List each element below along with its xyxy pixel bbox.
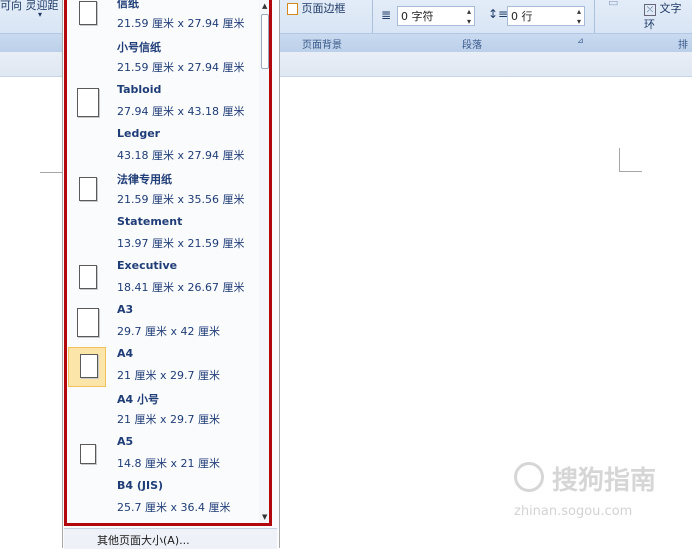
- group-label-page-background: 页面背景: [302, 40, 342, 51]
- margin-corner-mark: [619, 171, 642, 172]
- text-wrap-button[interactable]: ⤬ 文字环: [644, 0, 692, 32]
- ribbon-left-fragment[interactable]: 可向 灵迎距: [0, 0, 59, 13]
- margin-corner-mark: [619, 148, 620, 172]
- indent-icon: ≣: [381, 8, 392, 22]
- indent-value: 0 字符: [401, 10, 434, 23]
- sogou-logo-icon: [514, 462, 544, 492]
- group-label-arrange: 排: [678, 40, 688, 51]
- page-border-button[interactable]: 页面边框: [287, 0, 346, 16]
- position-icon[interactable]: ▭: [608, 0, 618, 9]
- spacing-value: 0 行: [511, 10, 533, 23]
- spin-arrows-icon[interactable]: ▴ ▾: [577, 7, 581, 27]
- dialog-launcher-icon[interactable]: ⊿: [577, 36, 584, 45]
- group-label-paragraph: 段落: [462, 40, 482, 51]
- text-wrap-icon: ⤬: [644, 4, 656, 16]
- spin-arrows-icon[interactable]: ▴ ▾: [467, 7, 471, 27]
- watermark-url: zhinan.sogou.com: [514, 504, 633, 519]
- more-page-sizes-item[interactable]: 其他页面大小(A)...: [64, 528, 277, 549]
- highlight-frame: [64, 0, 272, 526]
- more-page-sizes-label: 其他页面大小(A)...: [97, 534, 190, 547]
- margin-corner-mark: [40, 172, 62, 173]
- page-border-label: 页面边框: [301, 2, 346, 15]
- watermark-text: 搜狗指南: [552, 466, 657, 496]
- page-border-icon: [287, 3, 298, 15]
- indent-spinner[interactable]: 0 字符 ▴ ▾: [397, 6, 475, 26]
- spacing-spinner[interactable]: 0 行 ▴ ▾: [507, 6, 585, 26]
- line-spacing-icon: ↕≡: [488, 7, 509, 21]
- chevron-down-icon[interactable]: ▾: [38, 10, 42, 19]
